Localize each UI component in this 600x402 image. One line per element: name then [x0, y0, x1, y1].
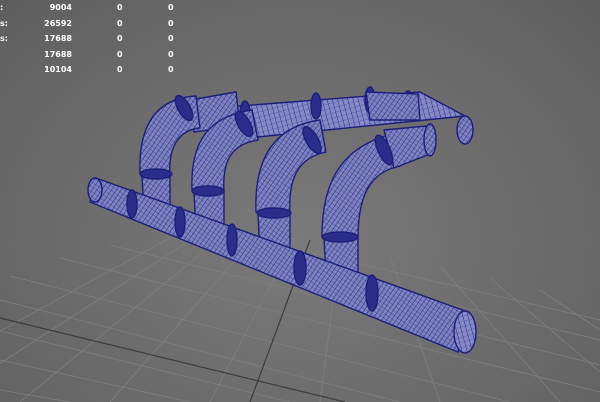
hud-row: 17688 0 0 — [0, 47, 200, 63]
hud-c3: 0 — [168, 18, 174, 28]
hud-row: : 9004 0 0 — [0, 0, 200, 16]
hud-c1: 17688 — [44, 49, 72, 59]
hud-label: : — [0, 3, 4, 12]
hud-c2: 0 — [117, 3, 123, 12]
hud-c1: 10104 — [44, 65, 72, 74]
hud-c1: 26592 — [44, 18, 72, 28]
hud-row: s: 17688 0 0 — [0, 31, 200, 47]
hud-label: s: — [0, 34, 8, 43]
hud-c1: 17688 — [44, 34, 72, 43]
hud-c3: 0 — [168, 34, 174, 43]
hud-c2: 0 — [117, 18, 123, 28]
hud-c3: 0 — [168, 49, 174, 59]
hud-row: 10104 0 0 — [0, 62, 200, 78]
hud-c3: 0 — [168, 3, 174, 12]
hud-row: s: 26592 0 0 — [0, 16, 200, 32]
hud-c3: 0 — [168, 65, 174, 74]
hud-label: s: — [0, 18, 8, 28]
hud-c2: 0 — [117, 65, 123, 74]
hud-c2: 0 — [117, 34, 123, 43]
hud-c2: 0 — [117, 49, 123, 59]
poly-count-hud: : 9004 0 0 s: 26592 0 0 s: 17688 0 0 17688 0 0 10104 0 0 — [0, 0, 200, 78]
hud-c1: 9004 — [49, 3, 72, 12]
